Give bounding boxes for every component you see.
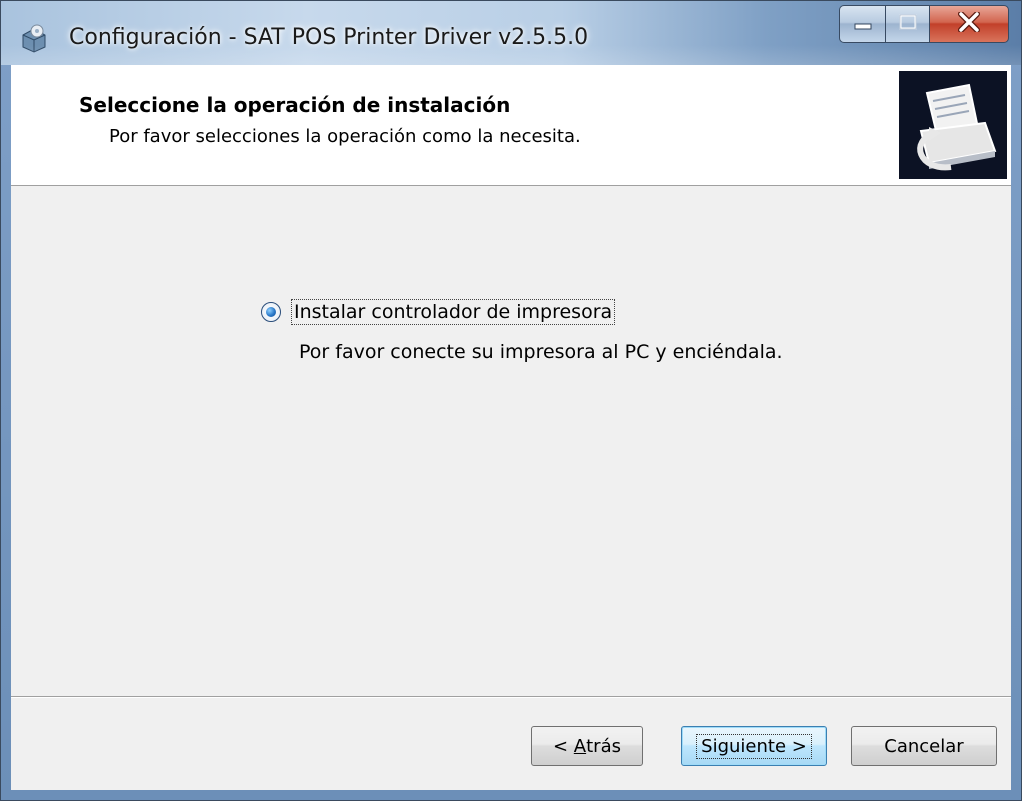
maximize-icon: [899, 14, 917, 34]
page-title: Seleccione la operación de instalación: [79, 93, 511, 117]
radio-selected-dot: [266, 307, 276, 317]
maximize-button[interactable]: [885, 5, 929, 43]
option-install-driver[interactable]: Instalar controlador de impresora: [261, 299, 616, 325]
next-button-label: Siguiente >: [696, 733, 812, 759]
install-driver-radio[interactable]: [261, 302, 281, 322]
back-button-prefix: <: [552, 735, 574, 757]
wizard-header: Seleccione la operación de instalación P…: [11, 65, 1011, 186]
install-driver-label[interactable]: Instalar controlador de impresora: [291, 299, 616, 325]
window-title: Configuración - SAT POS Printer Driver v…: [69, 25, 589, 50]
setup-box-icon[interactable]: [19, 23, 49, 53]
setup-window: Configuración - SAT POS Printer Driver v…: [0, 0, 1022, 801]
title-bar[interactable]: Configuración - SAT POS Printer Driver v…: [1, 1, 1021, 65]
page-subtitle: Por favor selecciones la operación como …: [109, 126, 581, 147]
wizard-client-area: Seleccione la operación de instalación P…: [11, 65, 1011, 790]
close-button[interactable]: [929, 5, 1009, 43]
install-driver-description: Por favor conecte su impresora al PC y e…: [299, 341, 783, 363]
wizard-content: Instalar controlador de impresora Por fa…: [11, 186, 1011, 694]
minimize-icon: [854, 15, 872, 34]
minimize-button[interactable]: [839, 5, 885, 43]
cancel-button-label: Cancelar: [884, 735, 964, 757]
close-icon: [958, 11, 980, 36]
back-button-mnemonic: A: [573, 735, 587, 757]
back-button-label-rest: trás: [586, 735, 621, 757]
back-button[interactable]: < Atrás: [531, 726, 643, 766]
next-button[interactable]: Siguiente >: [681, 726, 827, 766]
button-separator: [11, 696, 1011, 698]
caption-buttons: [839, 5, 1009, 43]
cancel-button[interactable]: Cancelar: [851, 726, 997, 766]
printer-install-icon: [899, 71, 1007, 179]
